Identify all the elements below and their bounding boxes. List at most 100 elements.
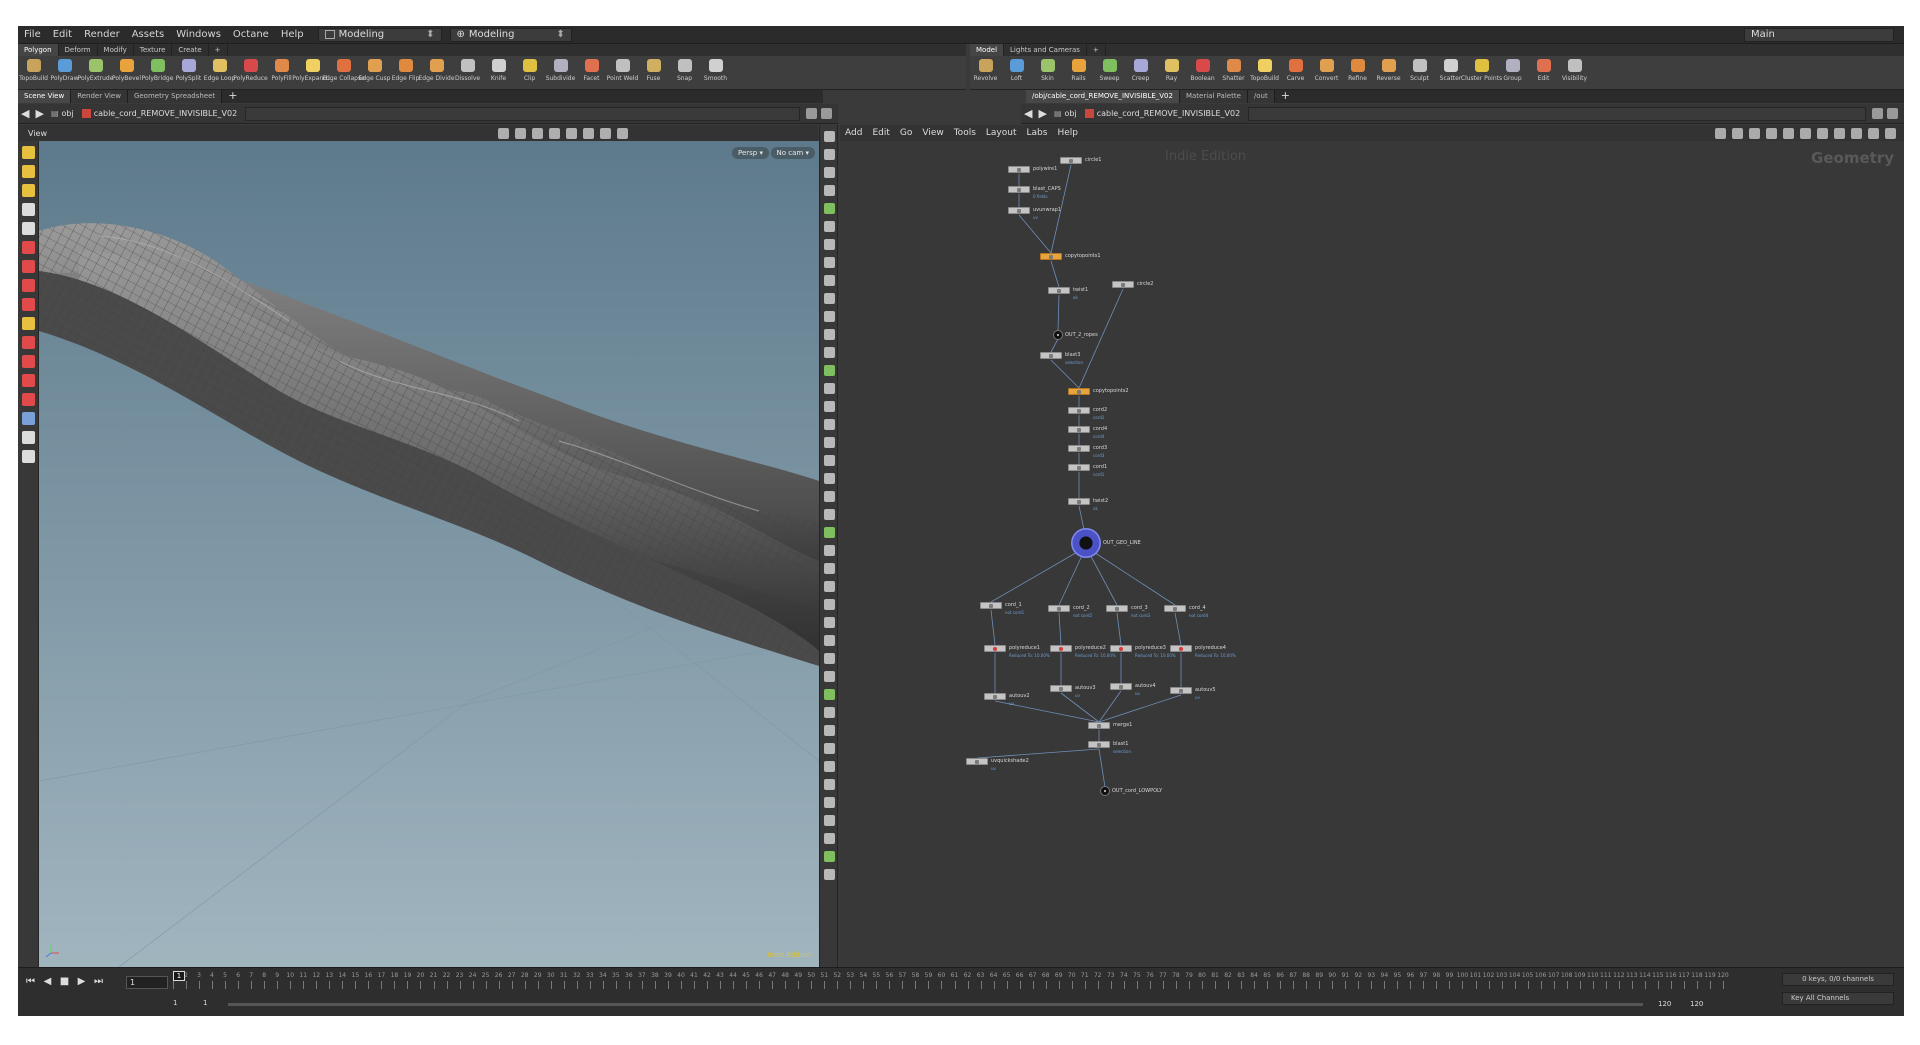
list-icon[interactable] — [1749, 127, 1760, 139]
node-cord4[interactable]: cord4 cord4 — [1068, 426, 1107, 439]
display-option-icon[interactable] — [824, 527, 835, 538]
add-pane-tab-left[interactable]: + — [222, 90, 243, 103]
node-body[interactable] — [1110, 683, 1132, 690]
node-pr4[interactable]: polyreduce4 Reduced To: 10.00% — [1170, 645, 1236, 658]
net-menu-view[interactable]: View — [917, 128, 948, 138]
node-cord_2[interactable]: cord_2 not cord2 — [1048, 605, 1092, 618]
model-tool-2[interactable]: Skin — [1032, 56, 1063, 89]
node-out_low[interactable] — [1100, 786, 1110, 796]
viewport-tool-icon[interactable] — [22, 203, 35, 216]
model-tool-1[interactable]: Loft — [1001, 56, 1032, 89]
shelf-add-tab-right[interactable]: + — [1087, 44, 1106, 56]
node-body[interactable] — [1106, 605, 1128, 612]
desktop-main-selector[interactable]: Main — [1744, 28, 1894, 42]
display-option-icon[interactable] — [824, 761, 835, 772]
node-circle1[interactable]: circle1 — [1060, 157, 1101, 165]
viewport-tool-icon[interactable] — [22, 184, 35, 197]
polygon-tool-0[interactable]: TopoBuild — [18, 56, 49, 89]
range-end[interactable]: 120 — [1658, 1000, 1671, 1008]
viewport-tool-icon[interactable] — [22, 165, 35, 178]
node-cord3[interactable]: cord3 cord3 — [1068, 445, 1107, 458]
viewport-tool-icon[interactable] — [22, 393, 35, 406]
node-cord_1[interactable]: cord_1 not cord1 — [980, 602, 1024, 615]
display-option-icon[interactable] — [824, 869, 835, 880]
display-option-icon[interactable] — [824, 149, 835, 160]
tab-geometry-spreadsheet[interactable]: Geometry Spreadsheet — [127, 90, 223, 103]
note-icon[interactable] — [1817, 127, 1828, 139]
pin-icon[interactable] — [806, 108, 817, 119]
node-cord1[interactable]: cord1 cord1 — [1068, 464, 1107, 477]
model-tool-12[interactable]: Refine — [1342, 56, 1373, 89]
shelf-tab-modify[interactable]: Modify — [98, 44, 134, 56]
display-icon[interactable] — [566, 127, 577, 139]
forward-arrow-icon[interactable]: ▶ — [35, 107, 43, 120]
node-blast1[interactable]: blast1 selection — [1088, 741, 1131, 754]
polygon-tool-11[interactable]: Edge Cusp — [359, 56, 390, 89]
node-body[interactable] — [1050, 645, 1072, 652]
select-mode-icon[interactable] — [498, 127, 509, 139]
node-body[interactable] — [1164, 605, 1186, 612]
node-body[interactable] — [1112, 281, 1134, 288]
back-arrow-icon-right[interactable]: ◀ — [1024, 107, 1032, 120]
options-icon[interactable] — [617, 127, 628, 139]
menu-file[interactable]: File — [18, 26, 47, 44]
display-option-icon[interactable] — [824, 257, 835, 268]
shelf-tab-polygon[interactable]: Polygon — [18, 44, 59, 56]
persp-menu[interactable]: Persp ▾ — [732, 147, 769, 159]
record-icon[interactable] — [583, 127, 594, 139]
model-tool-11[interactable]: Convert — [1311, 56, 1342, 89]
shelf-tab-lights-cameras[interactable]: Lights and Cameras — [1004, 44, 1087, 56]
display-option-icon[interactable] — [824, 797, 835, 808]
node-body[interactable] — [1048, 605, 1070, 612]
display-option-icon[interactable] — [824, 383, 835, 394]
key-all-channels-button[interactable]: Key All Channels — [1782, 992, 1894, 1005]
node-au4[interactable]: autouv4 uv — [1110, 683, 1156, 696]
range-end-2[interactable]: 120 — [1690, 1000, 1703, 1008]
node-body[interactable] — [1088, 741, 1110, 748]
node-body[interactable] — [1068, 407, 1090, 414]
range-start[interactable]: 1 — [173, 999, 177, 1007]
display-option-icon[interactable] — [824, 815, 835, 826]
node-cord_3[interactable]: cord_3 not cord3 — [1106, 605, 1150, 618]
net-menu-add[interactable]: Add — [840, 128, 867, 138]
node-body[interactable] — [1068, 388, 1090, 395]
net-menu-go[interactable]: Go — [895, 128, 917, 138]
model-tool-19[interactable]: Visibility — [1559, 56, 1590, 89]
node-pr3[interactable]: polyreduce3 Reduced To: 10.00% — [1110, 645, 1176, 658]
polygon-tool-15[interactable]: Knife — [483, 56, 514, 89]
node-body[interactable] — [1068, 426, 1090, 433]
polygon-tool-19[interactable]: Point Weld — [607, 56, 638, 89]
tab-material-palette[interactable]: Material Palette — [1179, 90, 1248, 103]
polygon-tool-3[interactable]: PolyBevel — [111, 56, 142, 89]
add-pane-tab-right[interactable]: + — [1275, 90, 1296, 103]
node-out2[interactable] — [1053, 330, 1063, 340]
node-copytopoints1[interactable]: copytopoints1 — [1040, 253, 1101, 261]
path-network-right[interactable]: cable_cord_REMOVE_INVISIBLE_V02 — [1084, 109, 1240, 118]
node-body[interactable] — [984, 693, 1006, 700]
viewport-tool-icon[interactable] — [22, 374, 35, 387]
model-tool-18[interactable]: Edit — [1528, 56, 1559, 89]
path-network[interactable]: cable_cord_REMOVE_INVISIBLE_V02 — [81, 109, 237, 118]
back-arrow-icon[interactable]: ◀ — [21, 107, 29, 120]
range-start-2[interactable]: 1 — [203, 999, 207, 1007]
display-option-icon[interactable] — [824, 491, 835, 502]
tab-scene-view[interactable]: Scene View — [18, 90, 72, 103]
search-icon[interactable] — [1868, 127, 1879, 139]
viewport-tool-icon[interactable] — [22, 222, 35, 235]
net-menu-labs[interactable]: Labs — [1022, 128, 1053, 138]
model-tool-16[interactable]: Cluster Points — [1461, 56, 1502, 89]
menu-assets[interactable]: Assets — [126, 26, 171, 44]
network-editor[interactable]: Indie Edition Geometry polywire1 circle1 b… — [840, 141, 1904, 967]
display-option-icon[interactable] — [824, 347, 835, 358]
display-option-icon[interactable] — [824, 743, 835, 754]
node-body[interactable] — [1040, 352, 1062, 359]
node-cord_4[interactable]: cord_4 not cord4 — [1164, 605, 1208, 618]
display-option-icon[interactable] — [824, 473, 835, 484]
display-option-icon[interactable] — [824, 689, 835, 700]
node-twist2[interactable]: twist2 ok — [1068, 498, 1108, 511]
node-blast3[interactable]: blast3 selection — [1040, 352, 1083, 365]
display-option-icon[interactable] — [824, 365, 835, 376]
menu-render[interactable]: Render — [78, 26, 126, 44]
shelf-tab-deform[interactable]: Deform — [59, 44, 98, 56]
node-pr1[interactable]: polyreduce1 Reduced To: 10.00% — [984, 645, 1050, 658]
